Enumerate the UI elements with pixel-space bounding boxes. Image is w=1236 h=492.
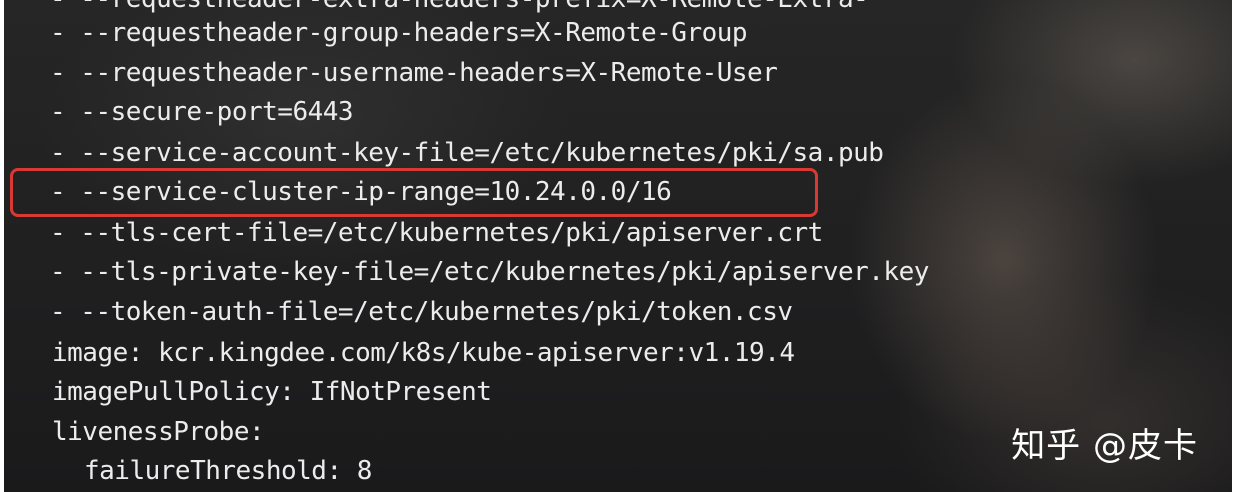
line-text: - --token-auth-file=/etc/kubernetes/pki/… [50,297,793,327]
terminal-line: - --tls-private-key-file=/etc/kubernetes… [50,252,929,292]
terminal-line: livenessProbe: [52,412,265,452]
terminal-line: - --tls-cert-file=/etc/kubernetes/pki/ap… [50,213,823,253]
line-text: - --secure-port=6443 [50,97,354,127]
terminal-line: - --secure-port=6443 [50,92,354,132]
terminal-line: - --requestheader-group-headers=X-Remote… [50,13,748,53]
terminal-line: - --token-auth-file=/etc/kubernetes/pki/… [50,292,793,332]
terminal-line: failureThreshold: 8 [84,451,372,491]
line-text: imagePullPolicy: IfNotPresent [52,377,492,407]
line-text: failureThreshold: 8 [84,456,372,486]
highlight-box [10,168,818,217]
terminal-line: - --service-account-key-file=/etc/kubern… [50,133,884,173]
line-text: - --tls-private-key-file=/etc/kubernetes… [50,257,929,287]
terminal-line: - --requestheader-username-headers=X-Rem… [50,53,778,93]
line-text: - --requestheader-extra-headers-prefix=X… [50,0,869,14]
terminal-window: - --requestheader-extra-headers-prefix=X… [4,0,1232,492]
terminal-line: image: kcr.kingdee.com/k8s/kube-apiserve… [52,333,795,373]
line-text: - --requestheader-username-headers=X-Rem… [50,58,778,88]
line-text: - --requestheader-group-headers=X-Remote… [50,18,748,48]
line-text: - --tls-cert-file=/etc/kubernetes/pki/ap… [50,218,823,248]
terminal-line: imagePullPolicy: IfNotPresent [52,372,492,412]
watermark: 知乎 @皮卡 [1011,426,1198,466]
line-text: image: kcr.kingdee.com/k8s/kube-apiserve… [52,338,795,368]
line-text: - --service-account-key-file=/etc/kubern… [50,138,884,168]
line-text: livenessProbe: [52,417,265,447]
